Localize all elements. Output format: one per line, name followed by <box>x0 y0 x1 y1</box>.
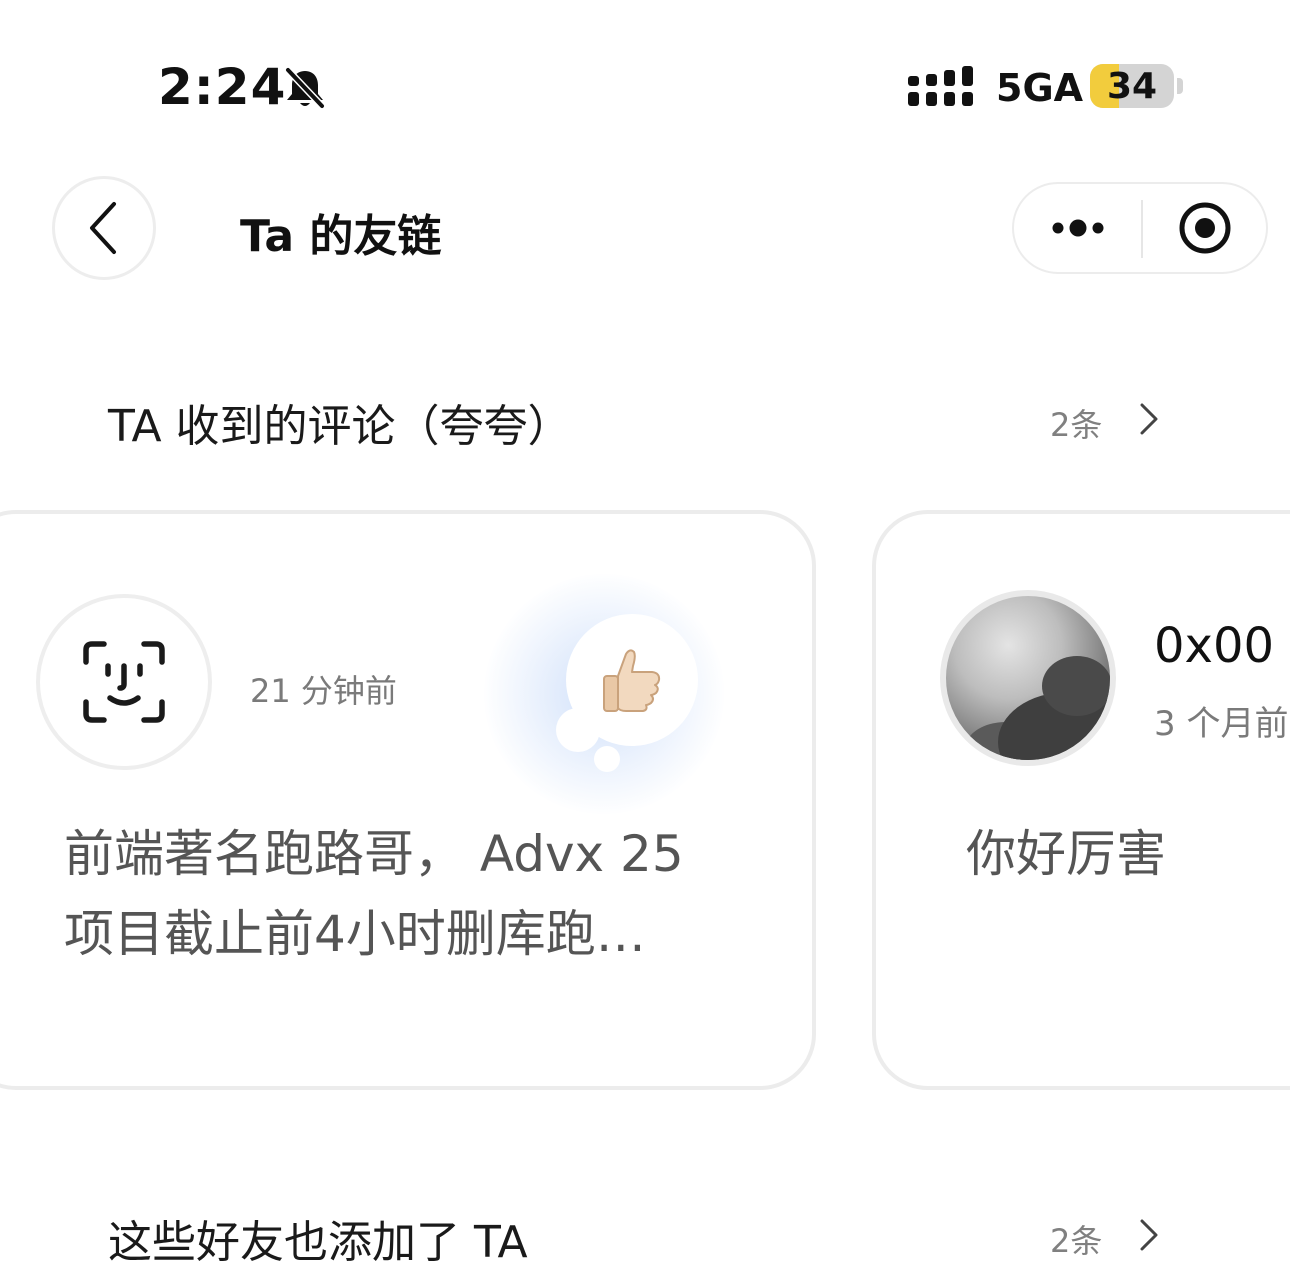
cloud-photo-avatar[interactable] <box>940 590 1116 766</box>
comment-text: 你好厉害 <box>966 825 1166 883</box>
chevron-right-icon[interactable] <box>1138 1218 1160 1252</box>
comments-section-title: TA 收到的评论（夸夸） <box>108 401 572 452</box>
commenter-name: 0x00 <box>1154 618 1275 674</box>
comments-count[interactable]: 2条 <box>1050 400 1102 446</box>
comment-time: 3 个月前 <box>1154 704 1289 744</box>
reaction-bubble-dot <box>594 746 620 772</box>
thumbs-up-icon <box>603 649 661 712</box>
friends-count[interactable]: 2条 <box>1050 1216 1102 1262</box>
avatar-cloud <box>1042 656 1110 716</box>
comment-time: 21 分钟前 <box>250 672 397 710</box>
more-button[interactable] <box>1014 184 1141 272</box>
mini-program-capsule <box>1012 182 1268 274</box>
back-chevron-icon <box>90 202 116 254</box>
status-time: 2:24 <box>158 58 287 116</box>
chevron-right-icon[interactable] <box>1138 402 1160 436</box>
reaction-bubble <box>566 614 698 746</box>
bell-slash-icon <box>284 66 326 110</box>
face-id-icon <box>83 641 165 723</box>
page-title: Ta 的友链 <box>240 211 442 262</box>
comment-text: 前端著名跑路哥， Advx 25 项目截止前4小时删库跑… <box>64 825 684 963</box>
back-button[interactable] <box>52 176 156 280</box>
signal-icon <box>908 66 973 106</box>
more-dots-icon <box>1052 219 1103 237</box>
battery-icon: 34 <box>1090 64 1174 108</box>
close-button[interactable] <box>1143 184 1266 272</box>
page: 2:24 5GA 34 Ta 的友链 TA 收到的评论（夸夸） 2条 21 分钟… <box>0 0 1290 1286</box>
battery-level: 34 <box>1106 65 1158 107</box>
close-target-icon <box>1179 202 1230 254</box>
comment-card[interactable]: 21 分钟前 前端著名跑路哥， Advx 25 项目截止前4小时删库跑… <box>0 510 816 1090</box>
avatar[interactable] <box>36 594 212 770</box>
battery-cap <box>1177 78 1183 94</box>
comment-card[interactable]: 0x00 3 个月前 你好厉害 <box>872 510 1290 1090</box>
network-type: 5GA <box>996 66 1084 110</box>
friends-section-title: 这些好友也添加了 TA <box>108 1217 528 1268</box>
